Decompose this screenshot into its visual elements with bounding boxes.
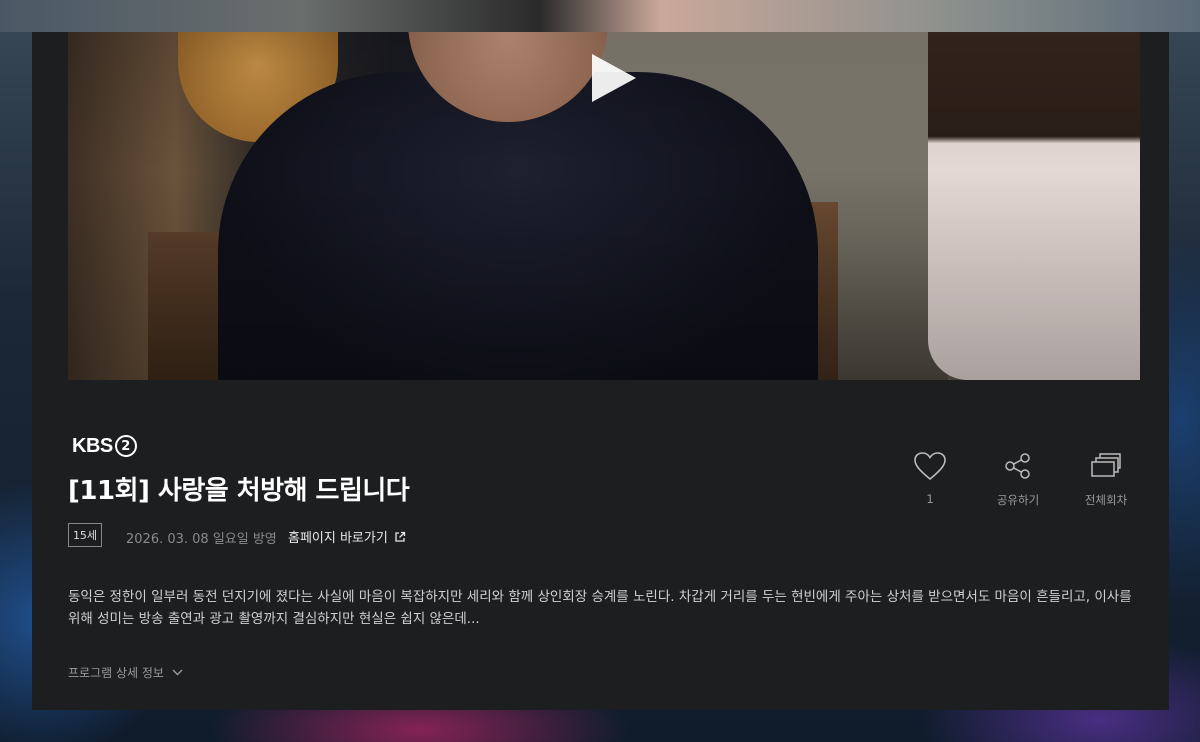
episode-title: [11회] 사랑을 처방해 드립니다 [68, 476, 410, 506]
homepage-link-label: 홈페이지 바로가기 [288, 531, 388, 546]
play-button[interactable] [584, 52, 640, 108]
age-rating-badge: 15세 [68, 523, 102, 547]
share-label: 공유하기 [996, 493, 1040, 507]
program-detail-toggle[interactable]: 프로그램 상세 정보 [68, 664, 183, 681]
all-episodes-label: 전체회차 [1084, 493, 1128, 507]
logo-text: KBS [72, 434, 113, 457]
logo-number: 2 [121, 438, 131, 454]
all-episodes-button[interactable]: 전체회차 [1066, 450, 1146, 508]
share-button[interactable]: 공유하기 [978, 450, 1058, 508]
play-icon [592, 54, 636, 102]
like-count: 1 [926, 492, 934, 506]
episode-description: 동익은 정한이 일부러 동전 던지기에 졌다는 사실에 마음이 복잡하지만 세리… [68, 589, 1132, 627]
detail-toggle-label: 프로그램 상세 정보 [68, 666, 164, 680]
program-card: KBS 2 [11회] 사랑을 처방해 드립니다 15세 2026. 03. 0… [32, 32, 1169, 710]
share-icon [1005, 453, 1030, 479]
chevron-down-icon [172, 669, 183, 676]
homepage-link[interactable]: 홈페이지 바로가기 [288, 527, 406, 546]
like-button[interactable]: 1 [890, 450, 970, 506]
heart-icon [914, 452, 946, 481]
video-player[interactable] [68, 32, 1140, 380]
stack-icon [1091, 453, 1121, 477]
broadcaster-logo: KBS 2 [72, 432, 137, 460]
external-link-icon [395, 531, 405, 542]
air-date: 2026. 03. 08 일요일 방영 [126, 532, 277, 547]
action-bar: 1 공유하기 전체회차 [902, 450, 1152, 530]
background-top-strip [0, 0, 1200, 32]
